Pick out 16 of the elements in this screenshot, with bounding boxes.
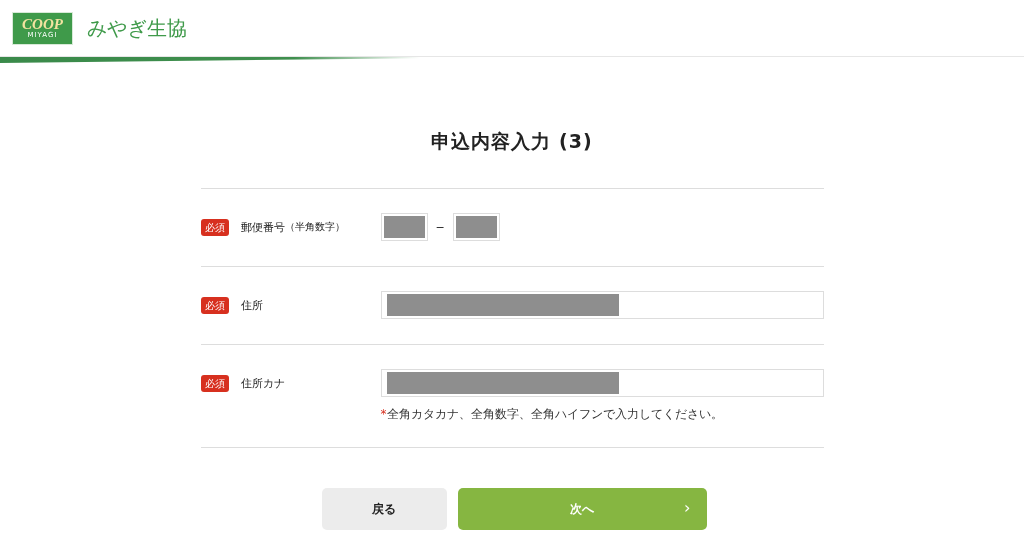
field-label: 住所カナ [240, 375, 285, 391]
required-badge: 必須 [200, 296, 229, 314]
field-label: 住所 [240, 297, 263, 313]
next-button[interactable]: 次へ › [457, 488, 707, 530]
site-name: みやぎ生協 [87, 14, 187, 42]
input-field[interactable] [380, 291, 824, 319]
dash-separator: − [435, 220, 445, 234]
field-note: *全角カタカナ、全角数字、全角ハイフンで入力してください。 [380, 406, 724, 422]
field-label: 郵便番号 [240, 219, 285, 235]
field-label-note: （半角数字） [284, 220, 345, 232]
required-badge: 必須 [200, 218, 229, 236]
page-title: 申込内容入力 (3) [431, 129, 593, 154]
back-button[interactable]: 戻る [321, 488, 447, 530]
required-badge: 必須 [200, 374, 229, 392]
input-field[interactable] [380, 369, 824, 397]
chevron-icon: › [684, 500, 691, 516]
